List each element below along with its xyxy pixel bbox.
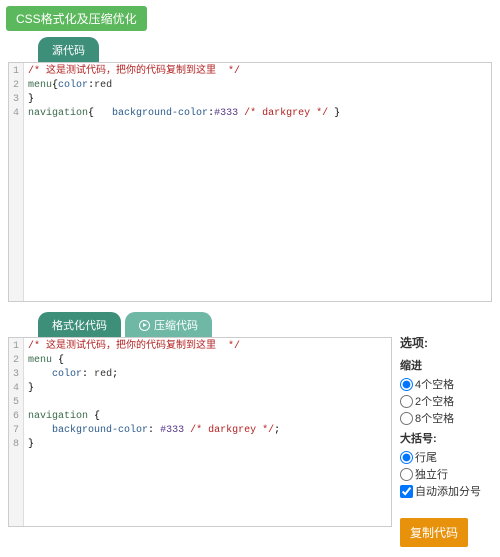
brace-title: 大括号: [400, 430, 492, 446]
options-heading: 选项: [400, 334, 492, 351]
output-gutter: 12345678 [9, 338, 24, 526]
play-icon [139, 320, 150, 331]
indent-radio[interactable] [400, 378, 413, 391]
indent-radio[interactable] [400, 395, 413, 408]
tab-compress[interactable]: 压缩代码 [125, 312, 212, 337]
source-gutter: 1234 [9, 63, 24, 301]
options-panel: 选项: 缩进 4个空格 2个空格 8个空格 大括号: 行尾 独立行 自动添加分号 [400, 312, 492, 547]
brace-option: 行尾 [400, 449, 492, 465]
brace-label: 行尾 [415, 449, 437, 465]
indent-label: 2个空格 [415, 393, 454, 409]
output-panel: 格式化代码 压缩代码 12345678 /* 这是测试代码，把你的代码复制到这里… [8, 312, 392, 547]
source-code[interactable]: /* 这是测试代码，把你的代码复制到这里 */menu{color:red}na… [24, 63, 491, 301]
source-panel: 源代码 1234 /* 这是测试代码，把你的代码复制到这里 */menu{col… [8, 37, 492, 302]
brace-radio[interactable] [400, 468, 413, 481]
indent-option: 4个空格 [400, 376, 492, 392]
brace-option: 独立行 [400, 466, 492, 482]
semicolon-option: 自动添加分号 [400, 483, 492, 499]
brace-label: 独立行 [415, 466, 448, 482]
indent-option: 2个空格 [400, 393, 492, 409]
semicolon-label: 自动添加分号 [415, 483, 481, 499]
indent-option: 8个空格 [400, 410, 492, 426]
tab-format[interactable]: 格式化代码 [38, 312, 121, 337]
indent-radio[interactable] [400, 412, 413, 425]
source-editor[interactable]: 1234 /* 这是测试代码，把你的代码复制到这里 */menu{color:r… [8, 62, 492, 302]
tab-compress-label: 压缩代码 [154, 317, 198, 333]
indent-label: 4个空格 [415, 376, 454, 392]
tab-source[interactable]: 源代码 [38, 37, 99, 62]
page-title: CSS格式化及压缩优化 [6, 6, 147, 31]
indent-title: 缩进 [400, 357, 492, 373]
brace-radio[interactable] [400, 451, 413, 464]
indent-label: 8个空格 [415, 410, 454, 426]
copy-button[interactable]: 复制代码 [400, 518, 468, 547]
semicolon-checkbox[interactable] [400, 485, 413, 498]
output-code: /* 这是测试代码，把你的代码复制到这里 */menu { color: red… [24, 338, 391, 526]
output-editor[interactable]: 12345678 /* 这是测试代码，把你的代码复制到这里 */menu { c… [8, 337, 392, 527]
